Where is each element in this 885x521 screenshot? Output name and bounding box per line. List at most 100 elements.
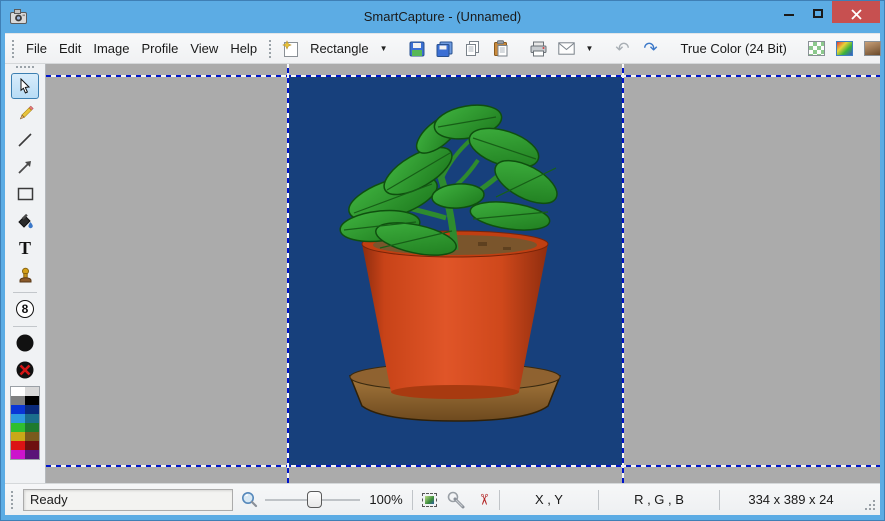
- main-area: T 8: [5, 64, 880, 483]
- palette-color-15[interactable]: [25, 450, 39, 459]
- menu-item-profile[interactable]: Profile: [137, 38, 184, 59]
- cut-button[interactable]: ✂: [472, 489, 494, 511]
- transparency-icon: [808, 41, 825, 56]
- selection-image-icon: [422, 493, 437, 507]
- status-text: Ready: [30, 492, 68, 507]
- sepia-effect-button[interactable]: [861, 37, 885, 61]
- stamp-icon: [17, 267, 34, 284]
- title-bar: SmartCapture - (Unnamed): [5, 0, 880, 33]
- capture-mode-dropdown-icon[interactable]: ▼: [377, 44, 391, 53]
- transparent-color-button[interactable]: [11, 357, 39, 383]
- color-image-icon: [836, 41, 853, 56]
- tool-separator: [13, 292, 37, 293]
- line-tool-button[interactable]: [11, 127, 39, 153]
- minimize-button[interactable]: [774, 1, 803, 23]
- paste-icon: [493, 40, 509, 57]
- counter-tool-button[interactable]: 8: [11, 296, 39, 322]
- palette-color-7[interactable]: [25, 414, 39, 423]
- potted-plant-image: [288, 76, 622, 465]
- palette-color-8[interactable]: [11, 423, 25, 432]
- scissors-icon: ✂: [475, 493, 490, 506]
- save-button[interactable]: [405, 37, 429, 61]
- undo-icon: ↶: [615, 40, 629, 57]
- new-capture-button[interactable]: [278, 37, 302, 61]
- rectangle-icon: [17, 187, 34, 201]
- redo-icon: ↷: [643, 40, 657, 57]
- color-effect-button[interactable]: [833, 37, 857, 61]
- separator: [412, 490, 413, 510]
- palette-color-3[interactable]: [25, 396, 39, 405]
- close-button[interactable]: [832, 1, 880, 23]
- arrow-tool-button[interactable]: [11, 154, 39, 180]
- save-all-icon: [436, 41, 454, 57]
- pencil-tool-button[interactable]: [11, 100, 39, 126]
- status-bar: Ready 100% ✂ X , Y: [5, 483, 880, 515]
- zoom-magnifier[interactable]: [238, 489, 260, 511]
- image-dimensions-readout: 334 x 389 x 24: [725, 492, 857, 507]
- menu-item-image[interactable]: Image: [88, 38, 134, 59]
- menu-item-edit[interactable]: Edit: [54, 38, 86, 59]
- stamp-tool-button[interactable]: [11, 262, 39, 288]
- status-message: Ready: [23, 489, 233, 511]
- color-picker-button[interactable]: [445, 489, 467, 511]
- zoom-slider-thumb[interactable]: [307, 491, 322, 508]
- resize-grip[interactable]: [864, 499, 877, 515]
- rectangle-tool-button[interactable]: [11, 181, 39, 207]
- separator: [499, 490, 500, 510]
- fill-tool-button[interactable]: [11, 208, 39, 234]
- paste-button[interactable]: [489, 37, 513, 61]
- print-button[interactable]: [527, 37, 551, 61]
- palette-color-6[interactable]: [11, 414, 25, 423]
- palette-color-11[interactable]: [25, 432, 39, 441]
- statusbar-grip[interactable]: [11, 491, 15, 509]
- maximize-button[interactable]: [803, 1, 832, 23]
- email-button[interactable]: [555, 37, 579, 61]
- redo-button[interactable]: ↷: [638, 37, 662, 61]
- menu-item-help[interactable]: Help: [225, 38, 262, 59]
- palette-color-5[interactable]: [25, 405, 39, 414]
- arrow-icon: [17, 159, 33, 175]
- pencil-icon: [17, 105, 34, 122]
- palette-color-10[interactable]: [11, 432, 25, 441]
- window-title: SmartCapture - (Unnamed): [5, 9, 880, 24]
- counter-icon: 8: [16, 300, 34, 318]
- tool-separator: [13, 326, 37, 327]
- selection-preview-button[interactable]: [418, 489, 440, 511]
- color-dot-icon: [15, 333, 35, 353]
- separator: [598, 490, 599, 510]
- color-palette: [10, 386, 40, 460]
- undo-button[interactable]: ↶: [610, 37, 634, 61]
- maximize-icon: [813, 9, 823, 18]
- palette-color-12[interactable]: [11, 441, 25, 450]
- palette-color-1[interactable]: [25, 387, 39, 396]
- pixel-color-readout: R , G , B: [604, 492, 714, 507]
- menu-item-file[interactable]: File: [21, 38, 52, 59]
- app-window: SmartCapture - (Unnamed) FileEditImagePr…: [0, 0, 885, 521]
- foreground-color-button[interactable]: [11, 330, 39, 356]
- menu-grip[interactable]: [12, 40, 14, 58]
- save-icon: [409, 41, 425, 57]
- text-tool-button[interactable]: T: [11, 235, 39, 261]
- palette-color-14[interactable]: [11, 450, 25, 459]
- palette-color-4[interactable]: [11, 405, 25, 414]
- email-dropdown-icon[interactable]: ▼: [583, 44, 597, 53]
- tool-palette-grip[interactable]: [16, 66, 34, 70]
- save-all-button[interactable]: [433, 37, 457, 61]
- line-icon: [17, 132, 33, 148]
- captured-image[interactable]: [288, 76, 622, 465]
- palette-color-2[interactable]: [11, 396, 25, 405]
- select-tool-button[interactable]: [11, 73, 39, 99]
- copy-button[interactable]: [461, 37, 485, 61]
- menu-item-view[interactable]: View: [185, 38, 223, 59]
- palette-color-0[interactable]: [11, 387, 25, 396]
- transparency-effect-button[interactable]: [805, 37, 829, 61]
- email-icon: [558, 42, 575, 55]
- palette-color-13[interactable]: [25, 441, 39, 450]
- toolbar-grip[interactable]: [269, 40, 271, 58]
- canvas-area[interactable]: [46, 64, 880, 483]
- color-depth-label[interactable]: True Color (24 Bit): [676, 41, 790, 56]
- capture-mode-label[interactable]: Rectangle: [306, 41, 373, 56]
- cursor-arrow-icon: [18, 78, 32, 94]
- zoom-slider[interactable]: [265, 489, 360, 511]
- palette-color-9[interactable]: [25, 423, 39, 432]
